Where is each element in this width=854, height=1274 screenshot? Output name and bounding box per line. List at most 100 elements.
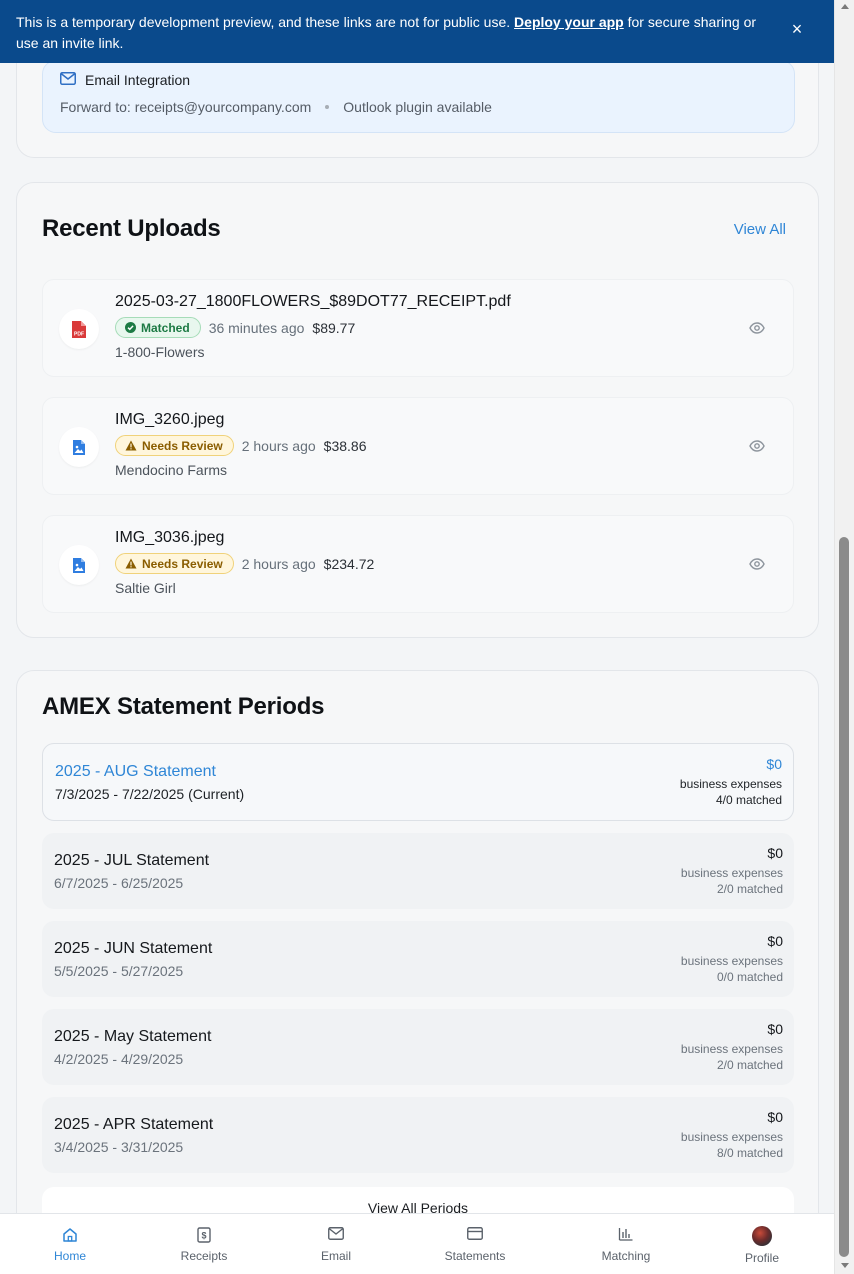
status-label: Needs Review xyxy=(142,556,223,571)
forward-address: Forward to: receipts@yourcompany.com xyxy=(60,99,312,115)
email-integration-details: Forward to: receipts@yourcompany.com Out… xyxy=(60,99,492,115)
nav-home[interactable]: Home xyxy=(30,1214,110,1274)
banner-text-before: This is a temporary development preview,… xyxy=(16,14,515,30)
upload-item[interactable]: IMG_3260.jpeg Needs Review 2 hours ago $… xyxy=(42,397,794,495)
avatar xyxy=(752,1226,772,1246)
period-dates: 5/5/2025 - 5/27/2025 xyxy=(54,963,184,979)
image-file-icon xyxy=(59,427,99,467)
dev-preview-banner: This is a temporary development preview,… xyxy=(0,0,834,63)
svg-text:$: $ xyxy=(201,1231,206,1241)
period-name: 2025 - May Statement xyxy=(54,1028,212,1045)
period-amount: $0 xyxy=(767,1021,783,1037)
home-icon xyxy=(62,1227,78,1248)
recent-uploads-card: Recent Uploads View All PDF 2025-03-27_1… xyxy=(16,182,819,638)
period-amount: $0 xyxy=(766,756,782,772)
eye-icon[interactable] xyxy=(749,439,765,457)
upload-merchant: Mendocino Farms xyxy=(115,462,228,478)
nav-matching[interactable]: Matching xyxy=(586,1214,666,1274)
upload-amount: $89.77 xyxy=(312,319,356,336)
deploy-app-link[interactable]: Deploy your app xyxy=(514,14,624,30)
nav-label: Receipts xyxy=(180,1249,228,1263)
recent-uploads-title: Recent Uploads xyxy=(42,215,221,242)
nav-label: Email xyxy=(320,1249,351,1263)
mail-icon xyxy=(60,72,76,88)
status-label: Needs Review xyxy=(142,438,223,453)
period-amount: $0 xyxy=(767,845,783,861)
nav-email[interactable]: Email xyxy=(296,1214,376,1274)
period-label: business expenses xyxy=(680,866,783,880)
eye-icon[interactable] xyxy=(749,321,765,339)
status-badge: Needs Review xyxy=(115,435,234,456)
period-dates: 7/3/2025 - 7/22/2025 (Current) xyxy=(55,786,245,802)
email-integration-box: Email Integration Forward to: receipts@y… xyxy=(42,60,795,133)
close-icon[interactable]: × xyxy=(790,20,804,38)
statement-periods-card: AMEX Statement Periods 2025 - AUG Statem… xyxy=(16,670,819,1274)
statement-period-item[interactable]: 2025 - May Statement 4/2/2025 - 4/29/202… xyxy=(42,1009,794,1085)
period-dates: 6/7/2025 - 6/25/2025 xyxy=(54,875,184,891)
period-dates: 4/2/2025 - 4/29/2025 xyxy=(54,1051,184,1067)
nav-label: Profile xyxy=(744,1251,779,1265)
statement-period-item[interactable]: 2025 - JUL Statement 6/7/2025 - 6/25/202… xyxy=(42,833,794,909)
upload-time: 2 hours ago xyxy=(241,437,316,454)
nav-label: Home xyxy=(53,1249,86,1263)
page-scrollbar[interactable] xyxy=(834,0,854,1274)
nav-receipts[interactable]: $ Receipts xyxy=(164,1214,244,1274)
scroll-up-arrow-icon[interactable] xyxy=(841,4,849,9)
eye-icon[interactable] xyxy=(749,557,765,575)
app-viewport: This is a temporary development preview,… xyxy=(0,0,834,1274)
upload-time: 36 minutes ago xyxy=(208,319,305,336)
upload-filename: IMG_3260.jpeg xyxy=(115,411,225,428)
receipt-icon: $ xyxy=(197,1227,211,1248)
upload-merchant: 1-800-Flowers xyxy=(115,344,205,360)
statement-periods-title: AMEX Statement Periods xyxy=(42,693,325,720)
period-name: 2025 - AUG Statement xyxy=(55,763,216,780)
view-all-uploads-link[interactable]: View All xyxy=(734,221,786,238)
status-badge: Matched xyxy=(115,317,201,338)
period-label: business expenses xyxy=(680,1130,783,1144)
email-integration-header: Email Integration xyxy=(60,72,190,88)
nav-profile[interactable]: Profile xyxy=(722,1214,802,1274)
period-name: 2025 - APR Statement xyxy=(54,1116,214,1133)
period-amount: $0 xyxy=(767,933,783,949)
period-label: business expenses xyxy=(679,777,782,791)
separator-dot xyxy=(325,105,330,109)
period-matched: 2/0 matched xyxy=(716,882,783,896)
period-matched: 8/0 matched xyxy=(716,1146,783,1160)
check-circle-icon xyxy=(125,322,136,333)
statement-period-item[interactable]: 2025 - JUN Statement 5/5/2025 - 5/27/202… xyxy=(42,921,794,997)
warning-icon xyxy=(125,558,137,569)
upload-item[interactable]: IMG_3036.jpeg Needs Review 2 hours ago $… xyxy=(42,515,794,613)
outlook-plugin-note: Outlook plugin available xyxy=(343,99,492,115)
upload-meta: Needs Review 2 hours ago $234.72 xyxy=(115,553,374,574)
warning-icon xyxy=(125,440,137,451)
bar-chart-icon xyxy=(618,1227,634,1246)
bottom-navigation: Home $ Receipts Email Statements Matchin… xyxy=(0,1213,834,1274)
scroll-down-arrow-icon[interactable] xyxy=(841,1263,849,1268)
period-name: 2025 - JUN Statement xyxy=(54,940,213,957)
statement-period-item[interactable]: 2025 - APR Statement 3/4/2025 - 3/31/202… xyxy=(42,1097,794,1173)
upload-filename: IMG_3036.jpeg xyxy=(115,529,225,546)
statement-period-item[interactable]: 2025 - AUG Statement 7/3/2025 - 7/22/202… xyxy=(42,743,794,821)
status-badge: Needs Review xyxy=(115,553,234,574)
svg-text:PDF: PDF xyxy=(74,331,84,337)
upload-meta: Matched 36 minutes ago $89.77 xyxy=(115,317,355,338)
upload-filename: 2025-03-27_1800FLOWERS_$89DOT77_RECEIPT.… xyxy=(115,293,511,310)
period-matched: 0/0 matched xyxy=(716,970,783,984)
email-integration-title: Email Integration xyxy=(85,72,191,88)
scrollbar-thumb[interactable] xyxy=(839,537,849,1257)
status-label: Matched xyxy=(141,320,190,335)
upload-meta: Needs Review 2 hours ago $38.86 xyxy=(115,435,367,456)
pdf-file-icon: PDF xyxy=(59,309,99,349)
period-label: business expenses xyxy=(680,954,783,968)
nav-label: Matching xyxy=(601,1249,651,1263)
period-matched: 2/0 matched xyxy=(716,1058,783,1072)
period-dates: 3/4/2025 - 3/31/2025 xyxy=(54,1139,184,1155)
upload-item[interactable]: PDF 2025-03-27_1800FLOWERS_$89DOT77_RECE… xyxy=(42,279,794,377)
upload-amount: $234.72 xyxy=(323,555,375,572)
credit-card-icon xyxy=(467,1227,483,1245)
period-label: business expenses xyxy=(680,1042,783,1056)
nav-statements[interactable]: Statements xyxy=(430,1214,520,1274)
image-file-icon xyxy=(59,545,99,585)
period-amount: $0 xyxy=(767,1109,783,1125)
upload-time: 2 hours ago xyxy=(241,555,316,572)
